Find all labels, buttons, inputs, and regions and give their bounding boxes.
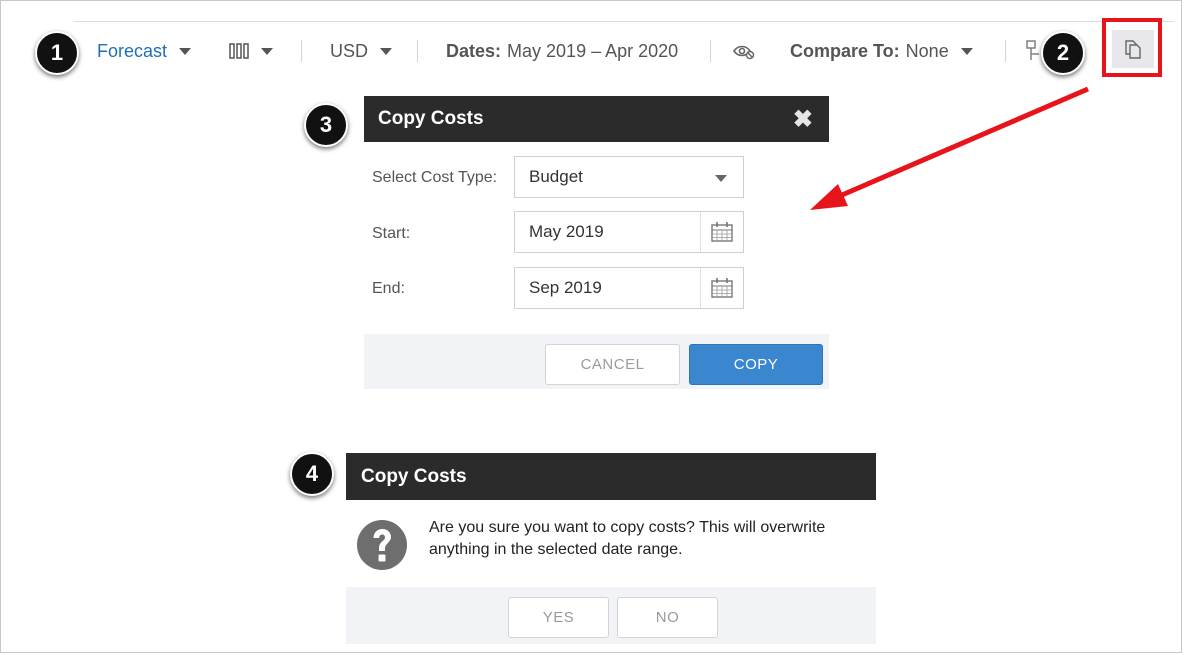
- dialog-title: Copy Costs: [361, 465, 467, 487]
- toolbar: Forecast USD Dates: May 2019 – Apr 2020 …: [0, 36, 1184, 66]
- hierarchy-button[interactable]: [1026, 36, 1040, 66]
- cost-type-label: Select Cost Type:: [372, 169, 498, 186]
- visibility-toggle[interactable]: [732, 36, 756, 66]
- end-label: End:: [372, 280, 405, 297]
- start-label: Start:: [372, 225, 411, 242]
- chevron-down-icon: [380, 47, 393, 55]
- cancel-button[interactable]: CANCEL: [545, 344, 680, 385]
- dialog-header: Copy Costs: [346, 453, 876, 500]
- chevron-down-icon: [261, 47, 273, 55]
- dates-selector[interactable]: Dates: May 2019 – Apr 2020: [446, 36, 678, 66]
- step-badge-2: 2: [1041, 31, 1085, 75]
- hierarchy-icon: [1026, 40, 1039, 60]
- dates-label: Dates:: [446, 40, 502, 61]
- currency-dropdown[interactable]: USD: [330, 36, 393, 66]
- start-date-field[interactable]: May 2019: [514, 211, 744, 253]
- toolbar-divider: [301, 40, 302, 62]
- copy-button[interactable]: COPY: [689, 344, 823, 385]
- calendar-icon[interactable]: [700, 268, 743, 308]
- columns-icon: [229, 43, 249, 59]
- compare-to-dropdown[interactable]: Compare To: None: [790, 36, 973, 66]
- toolbar-divider: [1005, 40, 1006, 62]
- compare-label: Compare To:: [790, 40, 900, 61]
- confirm-message-line: anything in the selected date range.: [429, 541, 683, 558]
- start-date-value: May 2019: [529, 222, 604, 241]
- question-icon: [357, 520, 407, 570]
- currency-label: USD: [330, 40, 369, 61]
- cost-type-select[interactable]: Budget: [514, 156, 744, 198]
- compare-value: None: [905, 40, 949, 61]
- end-date-field[interactable]: Sep 2019: [514, 267, 744, 309]
- end-date-value: Sep 2019: [529, 278, 602, 297]
- step-badge-1: 1: [35, 31, 79, 75]
- chevron-down-icon: [715, 175, 727, 182]
- annotation-arrow: [810, 86, 1089, 210]
- dialog-header: Copy Costs ✖: [364, 96, 829, 142]
- no-button[interactable]: NO: [617, 597, 718, 638]
- close-icon[interactable]: ✖: [793, 105, 813, 134]
- forecast-label: Forecast: [97, 40, 168, 61]
- step-badge-4: 4: [290, 452, 334, 496]
- toolbar-divider: [417, 40, 418, 62]
- confirm-message: Are you sure you want to copy costs? Thi…: [429, 517, 825, 561]
- highlight-box: [1102, 18, 1162, 77]
- eye-settings-icon: [733, 45, 755, 60]
- calendar-icon[interactable]: [700, 212, 743, 252]
- cost-type-value: Budget: [529, 167, 583, 186]
- toolbar-divider: [710, 40, 711, 62]
- yes-button[interactable]: YES: [508, 597, 609, 638]
- toolbar-top-border: [74, 21, 1174, 22]
- dialog-footer: [346, 587, 876, 644]
- forecast-dropdown[interactable]: Forecast: [97, 36, 192, 66]
- confirm-message-line: Are you sure you want to copy costs? Thi…: [429, 519, 826, 536]
- dialog-title: Copy Costs: [378, 108, 484, 129]
- chevron-down-icon: [960, 47, 973, 55]
- dates-value: May 2019 – Apr 2020: [507, 40, 679, 61]
- columns-dropdown[interactable]: [229, 36, 273, 66]
- step-badge-3: 3: [304, 103, 348, 147]
- chevron-down-icon: [179, 47, 192, 55]
